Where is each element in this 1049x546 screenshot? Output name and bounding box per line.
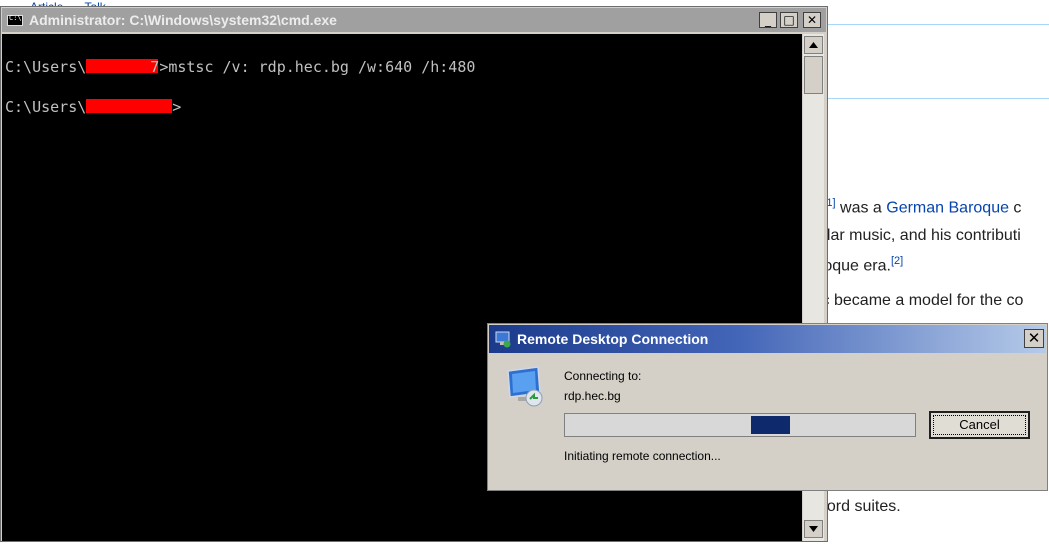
wiki-text: roque era. [818,257,891,275]
console-line: C:\Users\ > [5,98,181,116]
redaction-mark [86,59,159,73]
minimize-button[interactable]: _ [759,12,777,28]
maximize-button[interactable]: □ [780,12,798,28]
wiki-text-line: roque era.[2] [818,255,903,275]
wiki-text: c [1008,199,1022,217]
console-path: C:\Users\ [5,58,87,76]
console-path: C:\Users\ [5,98,87,116]
wiki-text-line: ular music, and his contributi [818,227,1021,244]
arrow-down-icon [809,526,818,532]
wiki-text-line: )[1] was a German Baroque c [818,197,1021,217]
console-prompt: > [172,98,182,116]
scroll-down-button[interactable] [804,520,823,538]
wiki-divider [828,98,1049,99]
remote-host-name: rdp.hec.bg [564,389,621,403]
connecting-to-label: Connecting to: [564,369,642,383]
console-text: 7 [150,58,160,76]
cancel-button[interactable]: Cancel [929,411,1030,439]
wiki-ref-link[interactable]: [2] [891,255,903,267]
rdp-titlebar[interactable]: Remote Desktop Connection ✕ [489,325,1046,353]
console-line: C:\Users\ 7>mstsc /v: rdp.hec.bg /w:640 /… [5,58,475,76]
scrollbar-thumb[interactable] [804,56,823,94]
close-button[interactable]: ✕ [803,12,821,28]
remote-desktop-icon [495,331,511,348]
connection-progress-bar [564,413,916,437]
arrow-up-icon [809,42,818,48]
wiki-text-line: hord suites. [818,498,901,515]
close-button[interactable]: ✕ [1024,329,1044,348]
redaction-mark [86,99,173,113]
wiki-link-german-baroque[interactable]: German Baroque [886,199,1009,216]
progress-marquee-block [751,416,790,434]
rdp-dialog-title: Remote Desktop Connection [517,331,709,347]
cmd-window-title: Administrator: C:\Windows\system32\cmd.e… [29,12,337,28]
rdp-dialog[interactable]: Remote Desktop Connection ✕ Connecting t… [487,323,1048,491]
cmd-titlebar[interactable]: Administrator: C:\Windows\system32\cmd.e… [2,8,826,32]
scroll-up-button[interactable] [804,36,823,54]
connection-status-text: Initiating remote connection... [564,449,721,463]
wiki-text-line: ic became a model for the co [818,292,1024,309]
focus-outline [933,415,1026,435]
wiki-text: was a [835,199,887,217]
wiki-divider [828,24,1049,25]
remote-desktop-icon [507,366,543,407]
console-icon [7,14,23,26]
console-command: >mstsc /v: rdp.hec.bg /w:640 /h:480 [159,58,476,76]
